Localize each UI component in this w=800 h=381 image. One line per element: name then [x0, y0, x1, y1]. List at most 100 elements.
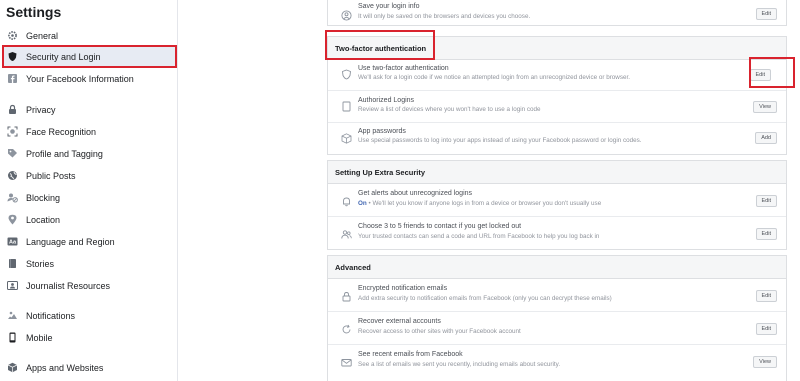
- add-button[interactable]: Add: [755, 132, 777, 144]
- sidebar-item-profile-and-tagging[interactable]: Profile and Tagging: [3, 143, 176, 164]
- sidebar-item-stories[interactable]: Stories: [3, 253, 176, 274]
- panel-header: Setting Up Extra Security: [328, 161, 786, 184]
- cube-icon: [341, 131, 352, 144]
- view-button[interactable]: View: [753, 101, 777, 113]
- recover-external-accounts-row: Recover external accounts Recover access…: [328, 312, 786, 345]
- edit-button[interactable]: Edit: [755, 290, 777, 302]
- login-info-panel: Save your login info It will only be sav…: [327, 0, 787, 26]
- row-description: We'll ask for a login code if we notice …: [358, 74, 630, 81]
- row-title: Recover external accounts: [358, 318, 441, 325]
- row-title: Get alerts about unrecognized logins: [358, 190, 473, 197]
- lock-person-icon: [7, 104, 18, 115]
- row-description: Your trusted contacts can send a code an…: [358, 233, 600, 240]
- sidebar-item-label: Security and Login: [26, 51, 101, 62]
- sidebar-item-label: General: [26, 30, 59, 41]
- face-recognition-icon: [7, 126, 18, 137]
- facebook-square-icon: [7, 73, 18, 84]
- envelope-icon: [341, 355, 352, 367]
- sidebar-item-label: Blocking: [26, 192, 61, 203]
- sidebar-item-security-and-login[interactable]: Security and Login: [2, 45, 177, 68]
- gear-icon: [7, 30, 18, 41]
- row-title: Encrypted notification emails: [358, 285, 448, 292]
- panel-header: Two-factor authentication: [328, 37, 786, 60]
- sidebar-item-label: Language and Region: [26, 236, 115, 247]
- notifications-icon: [7, 310, 18, 321]
- shield-icon: [341, 67, 352, 80]
- row-title: Save your login info: [358, 3, 420, 10]
- globe-icon: [7, 170, 18, 181]
- two-factor-panel: Two-factor authentication Use two-factor…: [327, 36, 787, 155]
- device-icon: [341, 99, 352, 112]
- row-description: It will only be saved on the browsers an…: [358, 13, 531, 20]
- sidebar-item-label: Your Facebook Information: [26, 73, 134, 84]
- authorized-logins-row: Authorized Logins Review a list of devic…: [328, 91, 786, 123]
- row-description: Add extra security to notification email…: [358, 295, 612, 302]
- extra-security-panel: Setting Up Extra Security Get alerts abo…: [327, 160, 787, 250]
- sidebar-item-label: Apps and Websites: [26, 362, 104, 373]
- panel-header: Advanced: [328, 256, 786, 279]
- recent-emails-row: See recent emails from Facebook See a li…: [328, 345, 786, 380]
- edit-button[interactable]: Edit: [755, 8, 777, 20]
- sidebar-item-label: Face Recognition: [26, 126, 97, 137]
- row-title: See recent emails from Facebook: [358, 351, 463, 358]
- save-login-info-row: Save your login info It will only be sav…: [328, 0, 786, 25]
- sidebar-item-general[interactable]: General: [3, 25, 176, 46]
- sidebar-item-privacy[interactable]: Privacy: [3, 99, 176, 120]
- blocked-user-icon: [7, 192, 18, 203]
- sidebar-item-label: Public Posts: [26, 170, 76, 181]
- sidebar-item-journalist-resources[interactable]: Journalist Resources: [3, 275, 176, 296]
- mobile-phone-icon: [7, 332, 18, 343]
- edit-button[interactable]: Edit: [755, 195, 777, 207]
- edit-button[interactable]: Edit: [755, 228, 777, 240]
- sidebar-item-face-recognition[interactable]: Face Recognition: [3, 121, 176, 142]
- sidebar-item-public-posts[interactable]: Public Posts: [3, 165, 176, 186]
- apps-cube-icon: [7, 362, 18, 373]
- shield-icon: [7, 51, 18, 62]
- view-button[interactable]: View: [753, 356, 777, 368]
- id-card-icon: [7, 280, 18, 291]
- sidebar-item-apps-and-websites[interactable]: Apps and Websites: [3, 357, 176, 378]
- language-icon: Aa: [7, 236, 18, 247]
- row-description: Recover access to other sites with your …: [358, 328, 521, 335]
- sidebar-item-label: Journalist Resources: [26, 280, 111, 291]
- sidebar-item-label: Profile and Tagging: [26, 148, 103, 159]
- row-description: See a list of emails we sent you recentl…: [358, 361, 561, 368]
- advanced-panel: Advanced Encrypted notification emails A…: [327, 255, 787, 381]
- edit-button[interactable]: Edit: [755, 323, 777, 335]
- sidebar-item-label: Stories: [26, 258, 55, 269]
- row-title: Authorized Logins: [358, 97, 415, 104]
- unrecognized-logins-alert-row: Get alerts about unrecognized logins On …: [328, 184, 786, 217]
- sidebar-item-label: Location: [26, 214, 61, 225]
- sidebar-item-blocking[interactable]: Blocking: [3, 187, 176, 208]
- alert-status-on: On: [358, 200, 367, 207]
- row-description: Use special passwords to log into your a…: [358, 137, 642, 144]
- sidebar-item-your-facebook-information[interactable]: Your Facebook Information: [3, 68, 176, 89]
- settings-title: Settings: [6, 4, 62, 20]
- location-pin-icon: [7, 214, 18, 225]
- row-title: Choose 3 to 5 friends to contact if you …: [358, 223, 522, 230]
- sidebar-item-notifications[interactable]: Notifications: [3, 305, 176, 326]
- trusted-contacts-row: Choose 3 to 5 friends to contact if you …: [328, 217, 786, 250]
- row-title: App passwords: [358, 128, 406, 135]
- settings-sidebar: Settings General Security and Login Your…: [0, 0, 178, 381]
- sidebar-item-label: Mobile: [26, 332, 53, 343]
- alert-description-text: • We'll let you know if anyone logs in f…: [366, 200, 602, 207]
- two-factor-row: Use two-factor authentication We'll ask …: [328, 60, 786, 91]
- user-circle-icon: [341, 8, 352, 21]
- sidebar-item-language-and-region[interactable]: Aa Language and Region: [3, 231, 176, 252]
- sidebar-item-label: Privacy: [26, 104, 56, 115]
- bell-icon: [341, 194, 352, 207]
- lock-icon: [341, 289, 352, 302]
- sidebar-item-label: Notifications: [26, 310, 76, 321]
- book-icon: [7, 258, 18, 269]
- row-title: Use two-factor authentication: [358, 65, 449, 72]
- people-icon: [341, 227, 352, 239]
- two-factor-edit-button[interactable]: Edit: [749, 69, 771, 81]
- app-passwords-row: App passwords Use special passwords to l…: [328, 123, 786, 154]
- encrypted-emails-row: Encrypted notification emails Add extra …: [328, 279, 786, 312]
- refresh-icon: [341, 322, 352, 334]
- tag-icon: [7, 148, 18, 159]
- sidebar-item-location[interactable]: Location: [3, 209, 176, 230]
- row-description: Review a list of devices where you won't…: [358, 106, 541, 113]
- sidebar-item-mobile[interactable]: Mobile: [3, 327, 176, 348]
